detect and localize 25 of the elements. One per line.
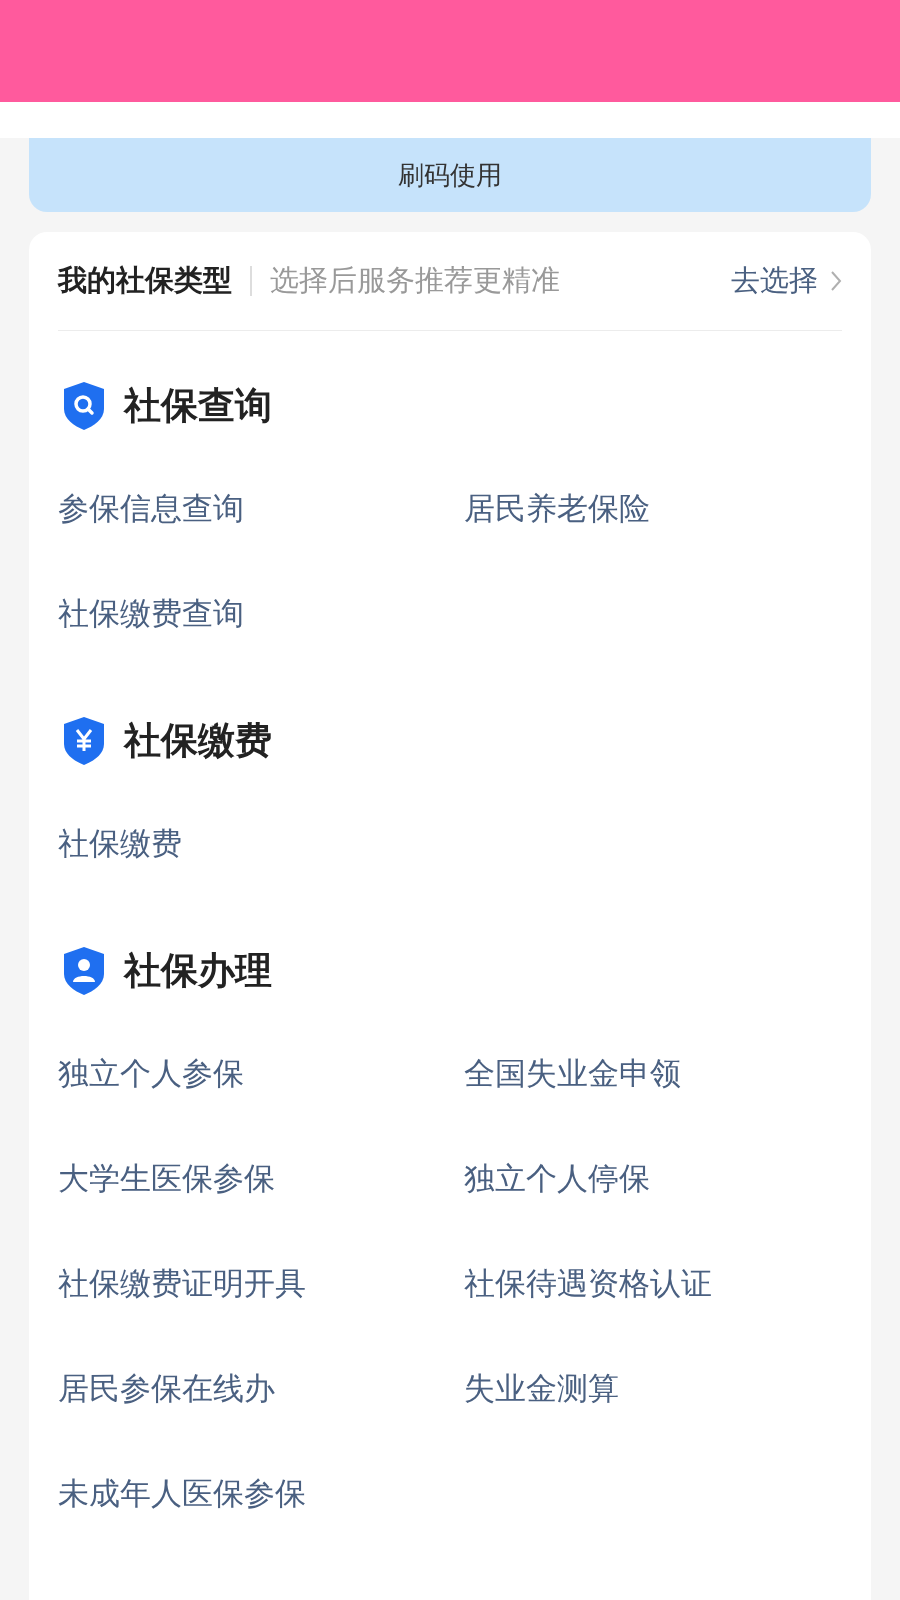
- service-link[interactable]: 社保缴费查询: [58, 592, 244, 635]
- service-link[interactable]: 社保缴费证明开具: [58, 1262, 306, 1305]
- service-link[interactable]: 失业金测算: [464, 1367, 619, 1410]
- service-link[interactable]: 社保缴费: [58, 822, 182, 865]
- chevron-right-icon: [830, 270, 842, 292]
- section-title: 社保查询: [124, 383, 272, 429]
- choose-link[interactable]: 去选择: [731, 261, 818, 301]
- service-link[interactable]: 独立个人停保: [464, 1157, 650, 1200]
- service-link[interactable]: 社保待遇资格认证: [464, 1262, 712, 1305]
- service-link[interactable]: 居民参保在线办: [58, 1367, 275, 1410]
- section-title: 社保缴费: [124, 718, 272, 764]
- service-link[interactable]: 独立个人参保: [58, 1052, 244, 1095]
- shield-person-icon: [62, 946, 106, 996]
- code-banner[interactable]: 刷码使用: [29, 138, 871, 212]
- banner-label: 刷码使用: [398, 158, 502, 192]
- service-link[interactable]: 全国失业金申领: [464, 1052, 681, 1095]
- shield-search-icon: [62, 381, 106, 431]
- section-title: 社保办理: [124, 948, 272, 994]
- shield-yen-icon: [62, 716, 106, 766]
- service-link[interactable]: 未成年人医保参保: [58, 1472, 306, 1515]
- service-link[interactable]: 居民养老保险: [464, 487, 650, 530]
- type-hint: 选择后服务推荐更精准: [270, 262, 561, 299]
- service-link[interactable]: 大学生医保参保: [58, 1157, 275, 1200]
- type-title: 我的社保类型: [58, 262, 232, 299]
- service-link[interactable]: 参保信息查询: [58, 487, 244, 530]
